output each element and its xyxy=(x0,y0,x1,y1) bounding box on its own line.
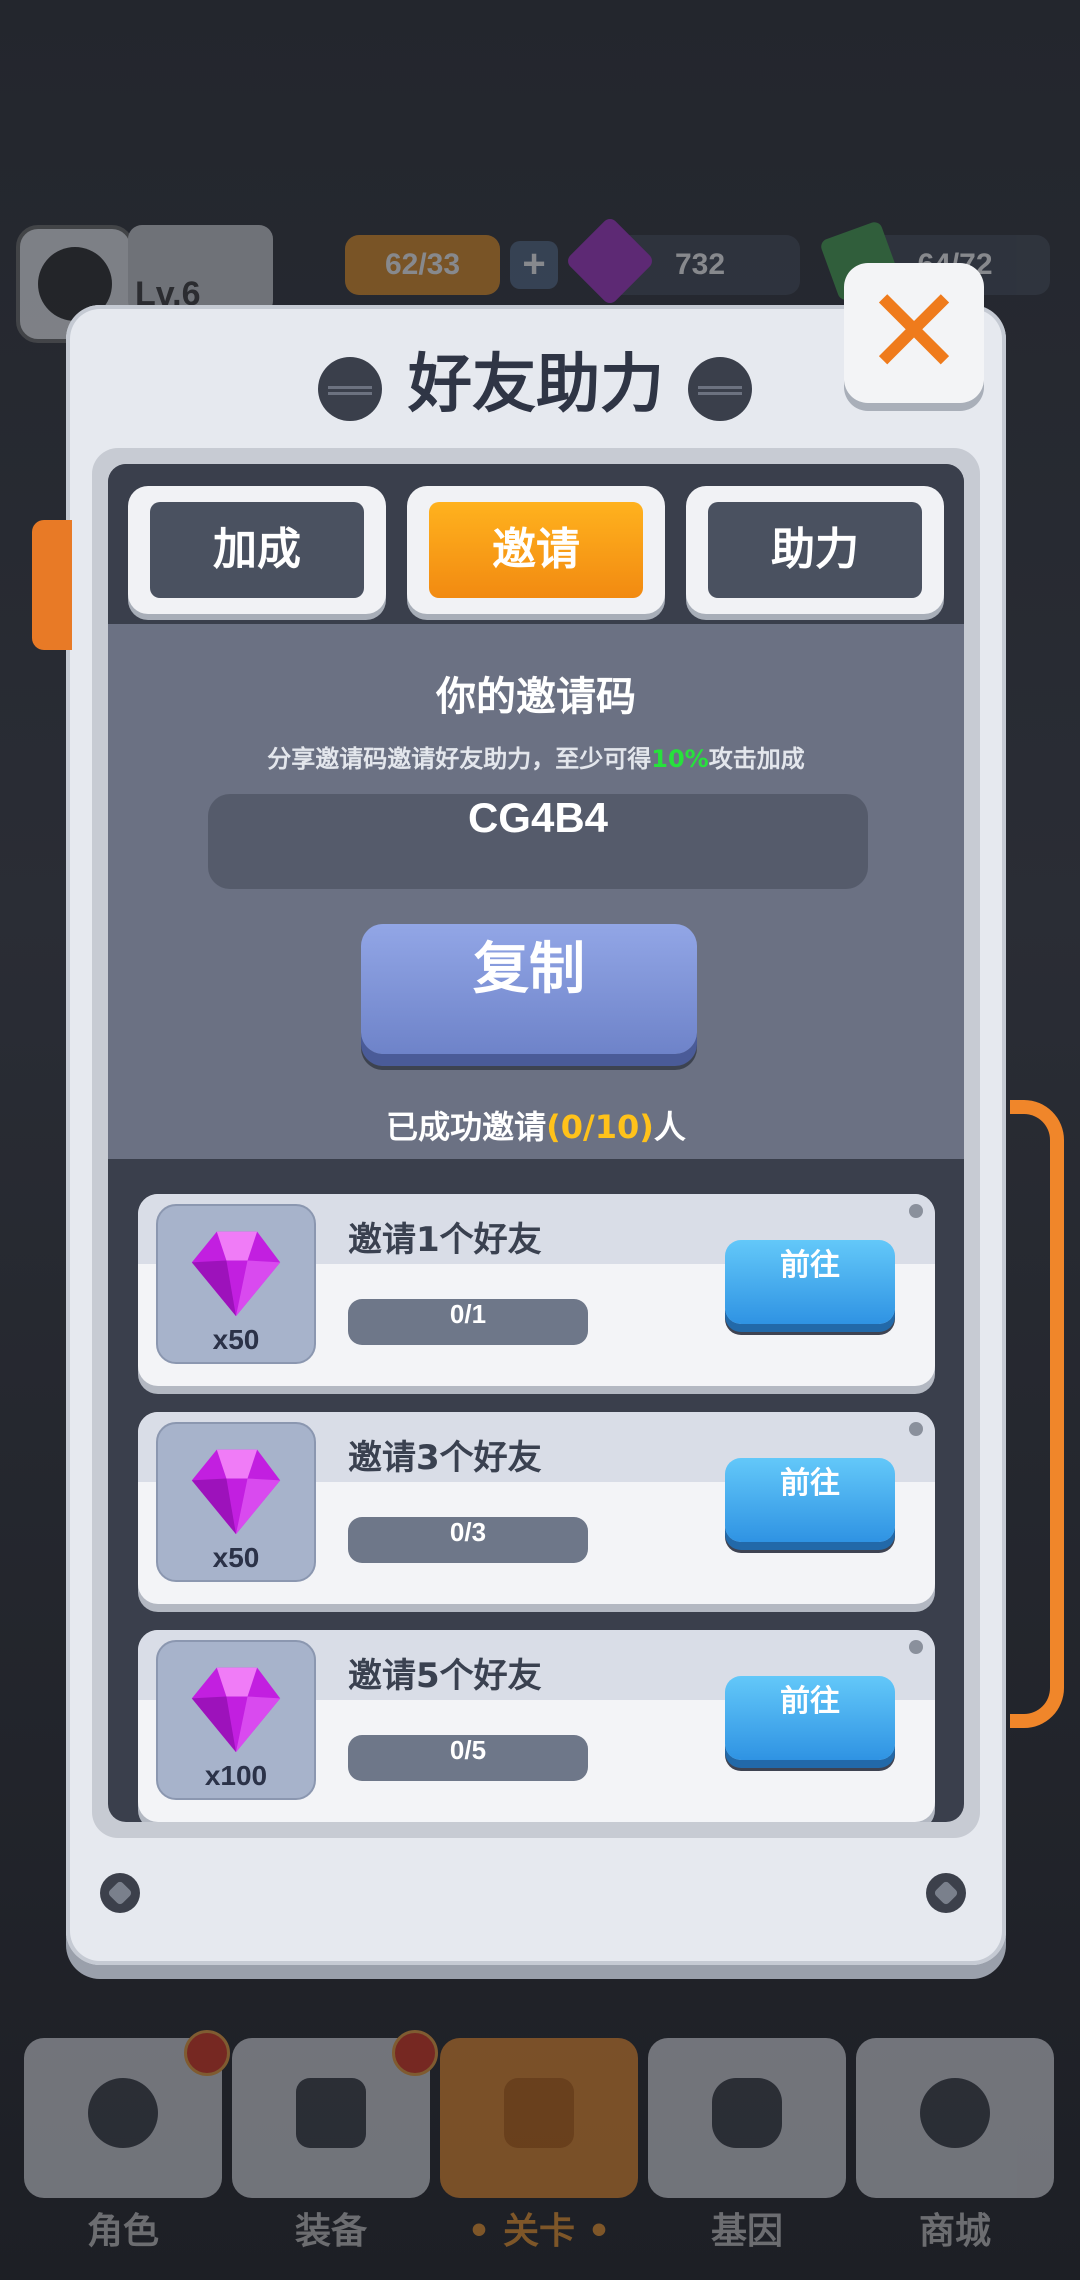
content-panel: 加成 邀请 助力 你的邀请码 分享邀请码邀请好友助力，至少可得10%攻击加成 C… xyxy=(108,464,964,1822)
gem-icon xyxy=(188,1224,284,1320)
nav-stage[interactable] xyxy=(440,2038,638,2198)
shop-icon xyxy=(920,2078,990,2148)
gun-icon xyxy=(296,2078,366,2148)
reward-box: x50 xyxy=(156,1422,316,1582)
notification-badge xyxy=(392,2030,438,2076)
nav-label: 角色 xyxy=(86,2211,159,2252)
close-icon: ✕ xyxy=(863,263,965,402)
copy-button[interactable]: 复制 xyxy=(361,924,697,1054)
tab-bar: 加成 邀请 助力 xyxy=(108,464,964,624)
gem-icon xyxy=(188,1442,284,1538)
task-card: x50 邀请3个好友 0/3 前往 xyxy=(138,1412,935,1604)
hexagon-icon xyxy=(712,2078,782,2148)
screw-icon xyxy=(100,1873,140,1913)
nav-shop[interactable] xyxy=(856,2038,1054,2198)
nav-label: 商城 xyxy=(918,2211,991,2252)
go-button[interactable]: 前往 xyxy=(725,1676,895,1760)
screw-icon xyxy=(926,1873,966,1913)
bonus-percent: 10% xyxy=(651,745,709,773)
invited-count: (0/10) xyxy=(546,1108,654,1146)
tab-label: 助力 xyxy=(708,502,922,598)
friend-assist-modal: 好友助力 加成 邀请 助力 你的邀请码 分享邀请码邀请好友助力，至少可得10%攻… xyxy=(32,305,1006,1965)
task-card: x100 邀请5个好友 0/5 前往 xyxy=(138,1630,935,1822)
nav-gene[interactable] xyxy=(648,2038,846,2198)
bottom-nav: 角色 装备 • 关卡 • 基因 商城 xyxy=(0,2030,1080,2280)
task-progress: 0/3 xyxy=(348,1517,588,1563)
invite-description: 分享邀请码邀请好友助力，至少可得10%攻击加成 xyxy=(267,745,805,773)
go-button[interactable]: 前往 xyxy=(725,1240,895,1324)
tab-label: 邀请 xyxy=(429,502,643,598)
reward-box: x50 xyxy=(156,1204,316,1364)
nav-label: 基因 xyxy=(710,2211,783,2252)
task-title: 邀请3个好友 xyxy=(348,1438,542,1478)
task-card: x50 邀请1个好友 0/1 前往 xyxy=(138,1194,935,1386)
add-energy-button[interactable]: + xyxy=(510,241,558,289)
skull-icon xyxy=(88,2078,158,2148)
nav-label: • 关卡 • xyxy=(467,2211,611,2252)
invite-code-section: 你的邀请码 分享邀请码邀请好友助力，至少可得10%攻击加成 CG4B4 复制 已… xyxy=(108,624,964,1159)
task-progress: 0/1 xyxy=(348,1299,588,1345)
energy-counter: 62/33 xyxy=(345,235,500,295)
task-progress: 0/5 xyxy=(348,1735,588,1781)
task-title: 邀请1个好友 xyxy=(348,1220,542,1260)
modal-handle xyxy=(1010,1100,1064,1728)
invited-count-text: 已成功邀请(0/10)人 xyxy=(386,1108,686,1146)
content-frame: 加成 邀请 助力 你的邀请码 分享邀请码邀请好友助力，至少可得10%攻击加成 C… xyxy=(92,448,980,1838)
invite-code-title: 你的邀请码 xyxy=(436,674,636,720)
tab-label: 加成 xyxy=(150,502,364,598)
go-button[interactable]: 前往 xyxy=(725,1458,895,1542)
nav-equipment[interactable] xyxy=(232,2030,438,2198)
modal-side-tab xyxy=(32,520,72,650)
nav-label: 装备 xyxy=(294,2211,367,2252)
tab-invite[interactable]: 邀请 xyxy=(407,486,665,614)
map-pin-icon xyxy=(504,2078,574,2148)
task-title: 邀请5个好友 xyxy=(348,1656,542,1696)
tab-bonus[interactable]: 加成 xyxy=(128,486,386,614)
reward-quantity: x50 xyxy=(212,1542,260,1573)
notification-badge xyxy=(184,2030,230,2076)
invite-code-field[interactable]: CG4B4 xyxy=(208,794,868,889)
bolt-icon xyxy=(688,357,752,421)
reward-quantity: x100 xyxy=(204,1760,268,1791)
reward-box: x100 xyxy=(156,1640,316,1800)
gem-icon xyxy=(188,1660,284,1756)
tab-assist[interactable]: 助力 xyxy=(686,486,944,614)
close-button[interactable]: ✕ xyxy=(844,263,984,403)
reward-quantity: x50 xyxy=(212,1324,260,1355)
nav-character[interactable] xyxy=(24,2030,230,2198)
